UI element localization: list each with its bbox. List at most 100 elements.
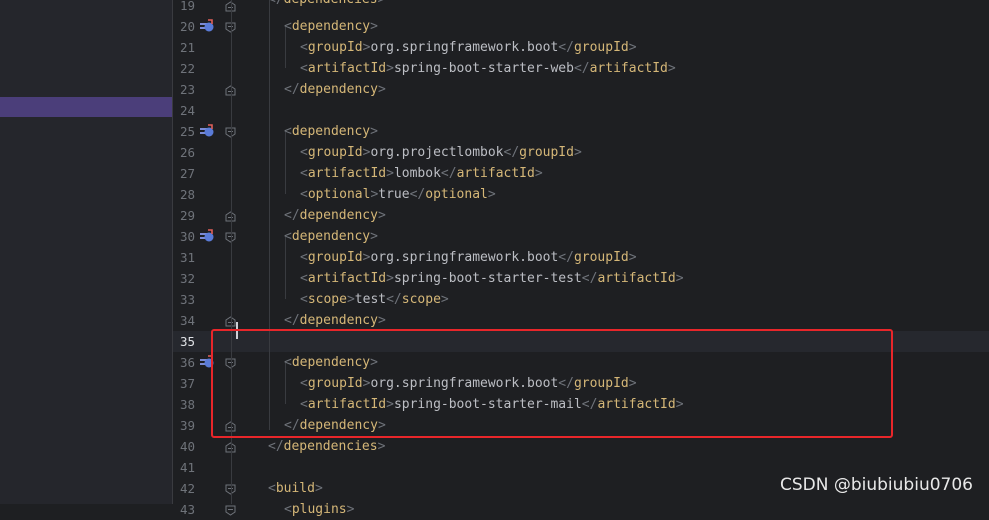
code-line[interactable]: <artifactId>spring-boot-starter-test</ar… [300,268,989,289]
line-number[interactable]: 33 [173,289,195,310]
code-line[interactable]: <plugins> [284,499,989,520]
xml-tag-name: groupId [307,250,363,265]
tag-bracket: > [378,0,386,7]
line-number[interactable]: 36 [173,352,195,373]
line-number[interactable]: 24 [173,100,195,121]
xml-tag-name: dependency [299,208,378,223]
xml-text-value: test [354,292,387,307]
line-number[interactable]: 35 [173,331,195,352]
project-sidebar[interactable] [0,0,172,504]
xml-text-value: lombok [393,166,441,181]
tag-bracket: < [300,166,308,181]
code-line[interactable]: </dependency> [284,79,989,100]
xml-tag-name: scope [307,292,347,307]
line-number[interactable]: 37 [173,373,195,394]
tag-bracket: > [314,481,323,496]
tag-bracket: > [386,61,394,76]
tag-bracket: > [487,187,496,202]
code-line[interactable]: <dependency> [284,226,989,247]
code-line[interactable]: <groupId>org.projectlombok</groupId> [300,142,989,163]
xml-tag-name: optional [307,187,371,202]
tag-bracket: > [667,61,676,76]
code-line[interactable]: <groupId>org.springframework.boot</group… [300,247,989,268]
code-line[interactable]: <artifactId>lombok</artifactId> [300,163,989,184]
line-number[interactable]: 26 [173,142,195,163]
tag-bracket: > [386,271,394,286]
tag-bracket: </ [558,250,574,265]
tag-bracket: > [377,313,386,328]
line-number[interactable]: 25 [173,121,195,142]
xml-text-value: spring-boot-starter-test [393,271,582,286]
line-number[interactable]: 21 [173,37,195,58]
xml-text-value: org.springframework.boot [370,40,559,55]
tag-bracket: > [377,82,386,97]
sidebar-selected-item[interactable] [0,97,172,117]
tag-bracket: > [370,229,378,244]
line-number[interactable]: 22 [173,58,195,79]
fold-start-icon[interactable] [225,505,236,516]
tag-bracket: </ [581,271,598,286]
xml-tag-name: groupId [573,40,629,55]
code-line[interactable]: </dependencies> [268,436,989,457]
tag-bracket: < [300,61,308,76]
code-line[interactable]: <optional>true</optional> [300,184,989,205]
xml-tag-name: dependencies [283,439,378,454]
tag-bracket: </ [503,145,520,160]
tag-bracket: > [628,250,637,265]
line-number[interactable]: 40 [173,436,195,457]
xml-tag-name: dependency [291,229,371,244]
code-line[interactable]: </dependency> [284,205,989,226]
indent-guide [285,27,286,68]
xml-tag-name: optional [425,187,488,202]
maven-dependency-icon[interactable] [199,123,215,139]
tag-bracket: </ [573,61,590,76]
code-line[interactable]: <groupId>org.springframework.boot</group… [300,37,989,58]
maven-dependency-icon[interactable] [199,18,215,34]
line-number[interactable]: 19 [173,0,195,16]
tag-bracket: > [370,124,378,139]
line-number[interactable]: 38 [173,394,195,415]
line-number[interactable]: 42 [173,478,195,499]
code-line[interactable]: <scope>test</scope> [300,289,989,310]
tag-bracket: > [370,19,378,34]
code-line[interactable]: <dependency> [284,16,989,37]
xml-tag-name: dependency [299,82,378,97]
xml-tag-name: dependencies [284,0,378,7]
line-number[interactable]: 29 [173,205,195,226]
xml-tag-name: scope [401,292,441,307]
line-number[interactable]: 23 [173,79,195,100]
line-number[interactable]: 27 [173,163,195,184]
code-line[interactable]: <dependency> [284,121,989,142]
xml-tag-name: artifactId [589,61,668,76]
tag-bracket: > [377,439,386,454]
tag-bracket: > [534,166,543,181]
line-number[interactable]: 30 [173,226,195,247]
tag-bracket: </ [558,40,574,55]
line-number[interactable]: 28 [173,184,195,205]
line-number[interactable]: 32 [173,268,195,289]
line-number[interactable]: 31 [173,247,195,268]
xml-tag-name: build [275,481,315,496]
xml-tag-name: artifactId [307,166,387,181]
line-number[interactable]: 20 [173,16,195,37]
tag-bracket: > [386,166,394,181]
maven-dependency-icon[interactable] [199,228,215,244]
indent-guide [285,132,286,194]
code-line[interactable]: <artifactId>spring-boot-starter-web</art… [300,58,989,79]
line-number[interactable]: 43 [173,499,195,520]
code-line[interactable]: </dependency> [284,310,989,331]
tag-bracket: > [675,271,684,286]
xml-tag-name: artifactId [307,61,387,76]
xml-tag-name: groupId [519,145,574,160]
code-line[interactable]: </dependencies> [268,0,989,10]
line-number[interactable]: 34 [173,310,195,331]
watermark: CSDN @biubiubiu0706 [779,475,973,495]
tag-bracket: </ [284,313,300,328]
tag-bracket: > [440,292,449,307]
tag-bracket: > [346,292,355,307]
xml-tag-name: groupId [307,145,363,160]
line-number[interactable]: 39 [173,415,195,436]
line-number[interactable]: 41 [173,457,195,478]
highlight-annotation-box [211,329,893,438]
xml-text-value: spring-boot-starter-web [393,61,574,76]
